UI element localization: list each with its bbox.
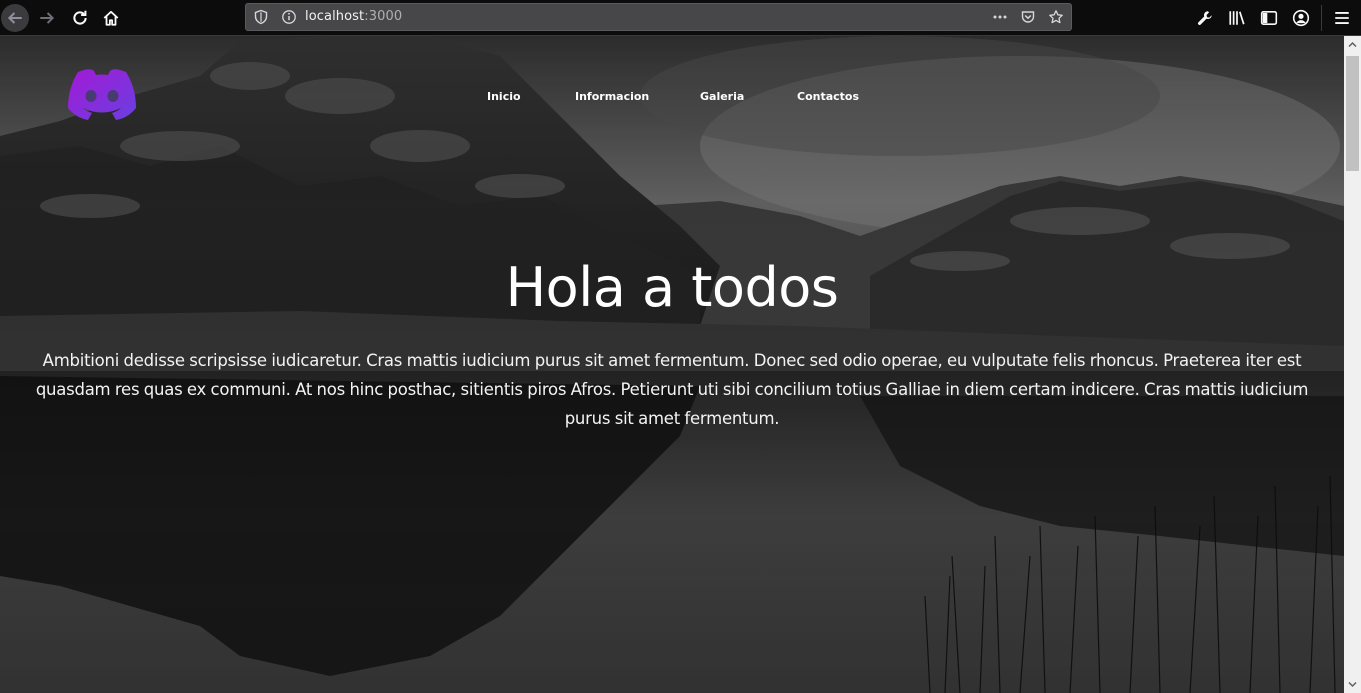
url-text[interactable]: localhost:3000 [305, 9, 402, 24]
page-viewport: Inicio Informacion Galeria Contactos Hol… [0, 36, 1344, 693]
nav-link-contactos[interactable]: Contactos [797, 90, 859, 103]
nav-link-informacion[interactable]: Informacion [575, 90, 649, 103]
pocket-icon[interactable] [1020, 9, 1036, 25]
forward-arrow-icon [40, 12, 55, 24]
info-icon[interactable] [281, 9, 297, 25]
browser-toolbar: localhost:3000 [0, 0, 1361, 36]
wrench-icon[interactable] [1196, 9, 1214, 27]
url-port: :3000 [364, 9, 403, 24]
hero-paragraph: Ambitioni dedisse scripsisse iudicaretur… [35, 351, 1309, 428]
scroll-down-arrow-icon[interactable] [1348, 680, 1357, 689]
shield-icon[interactable] [253, 9, 269, 25]
hero-title: Hola a todos [505, 256, 839, 319]
reload-button[interactable] [66, 4, 94, 32]
library-icon[interactable] [1228, 9, 1246, 27]
toolbar-separator [1321, 5, 1322, 31]
reload-icon [73, 10, 87, 25]
address-bar[interactable]: localhost:3000 [245, 3, 1072, 31]
nav-link-inicio[interactable]: Inicio [487, 90, 521, 103]
home-button[interactable] [97, 4, 125, 32]
sidebar-icon[interactable] [1260, 9, 1278, 27]
account-icon[interactable] [1292, 9, 1310, 27]
url-host: localhost [305, 9, 365, 24]
home-icon [103, 10, 119, 26]
more-dots-icon[interactable] [992, 9, 1008, 25]
star-icon[interactable] [1048, 9, 1064, 25]
discord-logo[interactable] [64, 66, 140, 122]
scroll-up-arrow-icon[interactable] [1348, 40, 1357, 49]
vertical-scrollbar[interactable] [1344, 36, 1361, 693]
forward-button[interactable] [33, 4, 61, 32]
scroll-thumb[interactable] [1346, 56, 1359, 171]
back-button[interactable] [1, 4, 29, 32]
nav-link-galeria[interactable]: Galeria [700, 90, 744, 103]
menu-icon[interactable] [1333, 9, 1351, 27]
back-arrow-icon [7, 12, 22, 24]
